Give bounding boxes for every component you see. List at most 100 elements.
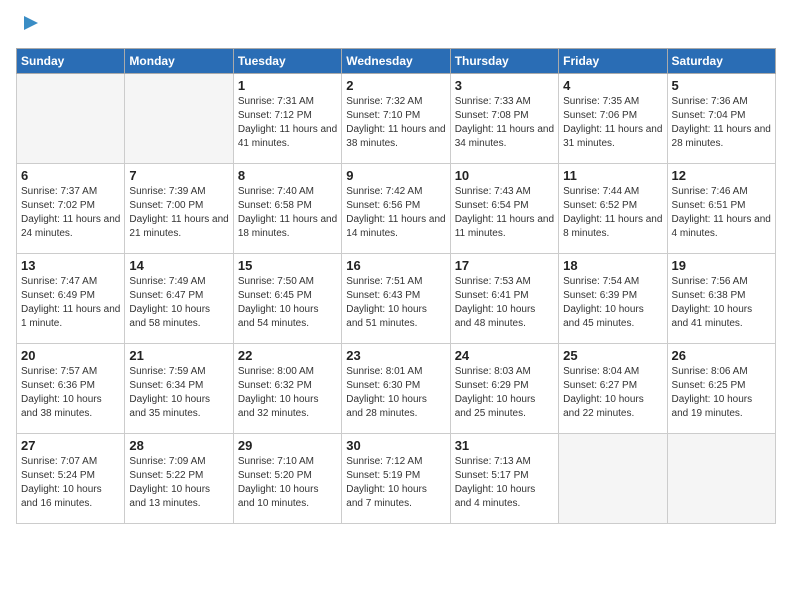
calendar-week-5: 27 Sunrise: 7:07 AM Sunset: 5:24 PM Dayli…: [17, 434, 776, 524]
calendar-cell: 12Sunrise: 7:46 AM Sunset: 6:51 PM Dayli…: [667, 164, 775, 254]
calendar-cell: 30 Sunrise: 7:12 AM Sunset: 5:19 PM Dayli…: [342, 434, 450, 524]
cell-content: Sunrise: 7:32 AM Sunset: 7:10 PM Dayligh…: [346, 95, 445, 151]
cell-content: Sunrise: 8:01 AM Sunset: 6:30 PM Dayligh…: [346, 365, 445, 421]
cell-content: Sunrise: 7:57 AM Sunset: 6:36 PM Dayligh…: [21, 365, 120, 421]
calendar-cell: 17Sunrise: 7:53 AM Sunset: 6:41 PM Dayli…: [450, 254, 558, 344]
day-number: 4: [563, 78, 662, 93]
cell-content: Sunrise: 7:39 AM Sunset: 7:00 PM Dayligh…: [129, 185, 228, 241]
cell-content: Sunrise: 8:03 AM Sunset: 6:29 PM Dayligh…: [455, 365, 554, 421]
cell-content: Sunrise: 7:07 AM Sunset: 5:24 PM Dayligh…: [21, 455, 120, 511]
day-number: 6: [21, 168, 120, 183]
col-header-monday: Monday: [125, 49, 233, 74]
day-number: 8: [238, 168, 337, 183]
day-number: 22: [238, 348, 337, 363]
cell-content: Sunrise: 8:04 AM Sunset: 6:27 PM Dayligh…: [563, 365, 662, 421]
day-number: 3: [455, 78, 554, 93]
calendar-cell: 16 Sunrise: 7:51 AM Sunset: 6:43 PM Dayli…: [342, 254, 450, 344]
calendar-week-3: 13 Sunrise: 7:47 AM Sunset: 6:49 PM Dayli…: [17, 254, 776, 344]
calendar-cell: 3 Sunrise: 7:33 AM Sunset: 7:08 PM Daylig…: [450, 74, 558, 164]
calendar-cell: 1 Sunrise: 7:31 AM Sunset: 7:12 PM Daylig…: [233, 74, 341, 164]
cell-content: Sunrise: 7:40 AM Sunset: 6:58 PM Dayligh…: [238, 185, 337, 241]
calendar-week-2: 6 Sunrise: 7:37 AM Sunset: 7:02 PM Daylig…: [17, 164, 776, 254]
day-number: 7: [129, 168, 228, 183]
cell-content: Sunrise: 7:49 AM Sunset: 6:47 PM Dayligh…: [129, 275, 228, 331]
col-header-friday: Friday: [559, 49, 667, 74]
cell-content: Sunrise: 7:56 AM Sunset: 6:38 PM Dayligh…: [672, 275, 771, 331]
cell-content: Sunrise: 7:12 AM Sunset: 5:19 PM Dayligh…: [346, 455, 445, 511]
calendar-cell: 25 Sunrise: 8:04 AM Sunset: 6:27 PM Dayli…: [559, 344, 667, 434]
cell-content: Sunrise: 7:31 AM Sunset: 7:12 PM Dayligh…: [238, 95, 337, 151]
logo: [16, 16, 42, 40]
cell-content: Sunrise: 7:50 AM Sunset: 6:45 PM Dayligh…: [238, 275, 337, 331]
day-number: 17: [455, 258, 554, 273]
calendar-cell: 31 Sunrise: 7:13 AM Sunset: 5:17 PM Dayli…: [450, 434, 558, 524]
day-number: 10: [455, 168, 554, 183]
day-number: 29: [238, 438, 337, 453]
day-number: 5: [672, 78, 771, 93]
day-number: 30: [346, 438, 445, 453]
calendar-cell: 18 Sunrise: 7:54 AM Sunset: 6:39 PM Dayli…: [559, 254, 667, 344]
calendar-cell: 8 Sunrise: 7:40 AM Sunset: 6:58 PM Daylig…: [233, 164, 341, 254]
col-header-sunday: Sunday: [17, 49, 125, 74]
cell-content: Sunrise: 7:44 AM Sunset: 6:52 PM Dayligh…: [563, 185, 662, 241]
cell-content: Sunrise: 7:47 AM Sunset: 6:49 PM Dayligh…: [21, 275, 120, 331]
col-header-saturday: Saturday: [667, 49, 775, 74]
cell-content: Sunrise: 7:35 AM Sunset: 7:06 PM Dayligh…: [563, 95, 662, 151]
day-number: 23: [346, 348, 445, 363]
page-header: [16, 16, 776, 40]
col-header-thursday: Thursday: [450, 49, 558, 74]
day-number: 12: [672, 168, 771, 183]
day-number: 27: [21, 438, 120, 453]
calendar-cell: 2 Sunrise: 7:32 AM Sunset: 7:10 PM Daylig…: [342, 74, 450, 164]
calendar-week-4: 20Sunrise: 7:57 AM Sunset: 6:36 PM Dayli…: [17, 344, 776, 434]
cell-content: Sunrise: 7:09 AM Sunset: 5:22 PM Dayligh…: [129, 455, 228, 511]
day-number: 25: [563, 348, 662, 363]
cell-content: Sunrise: 7:43 AM Sunset: 6:54 PM Dayligh…: [455, 185, 554, 241]
calendar-cell: 22Sunrise: 8:00 AM Sunset: 6:32 PM Dayli…: [233, 344, 341, 434]
cell-content: Sunrise: 8:06 AM Sunset: 6:25 PM Dayligh…: [672, 365, 771, 421]
calendar-cell: 19 Sunrise: 7:56 AM Sunset: 6:38 PM Dayli…: [667, 254, 775, 344]
day-number: 16: [346, 258, 445, 273]
col-header-tuesday: Tuesday: [233, 49, 341, 74]
calendar-cell: 20Sunrise: 7:57 AM Sunset: 6:36 PM Dayli…: [17, 344, 125, 434]
calendar-cell: 26 Sunrise: 8:06 AM Sunset: 6:25 PM Dayli…: [667, 344, 775, 434]
day-number: 28: [129, 438, 228, 453]
calendar-cell: 24 Sunrise: 8:03 AM Sunset: 6:29 PM Dayli…: [450, 344, 558, 434]
day-number: 14: [129, 258, 228, 273]
day-number: 18: [563, 258, 662, 273]
col-header-wednesday: Wednesday: [342, 49, 450, 74]
calendar-cell: 28 Sunrise: 7:09 AM Sunset: 5:22 PM Dayli…: [125, 434, 233, 524]
day-number: 31: [455, 438, 554, 453]
cell-content: Sunrise: 7:33 AM Sunset: 7:08 PM Dayligh…: [455, 95, 554, 151]
day-number: 19: [672, 258, 771, 273]
day-number: 9: [346, 168, 445, 183]
calendar-cell: 6 Sunrise: 7:37 AM Sunset: 7:02 PM Daylig…: [17, 164, 125, 254]
day-number: 2: [346, 78, 445, 93]
cell-content: Sunrise: 7:59 AM Sunset: 6:34 PM Dayligh…: [129, 365, 228, 421]
calendar-cell: 14 Sunrise: 7:49 AM Sunset: 6:47 PM Dayli…: [125, 254, 233, 344]
calendar-cell: 10 Sunrise: 7:43 AM Sunset: 6:54 PM Dayli…: [450, 164, 558, 254]
cell-content: Sunrise: 7:13 AM Sunset: 5:17 PM Dayligh…: [455, 455, 554, 511]
calendar-cell: [17, 74, 125, 164]
calendar-cell: 9Sunrise: 7:42 AM Sunset: 6:56 PM Daylig…: [342, 164, 450, 254]
calendar-cell: [667, 434, 775, 524]
day-number: 26: [672, 348, 771, 363]
day-number: 21: [129, 348, 228, 363]
calendar-cell: 7 Sunrise: 7:39 AM Sunset: 7:00 PM Daylig…: [125, 164, 233, 254]
cell-content: Sunrise: 7:51 AM Sunset: 6:43 PM Dayligh…: [346, 275, 445, 331]
logo-icon: [20, 12, 42, 34]
calendar-cell: [559, 434, 667, 524]
calendar-cell: 4 Sunrise: 7:35 AM Sunset: 7:06 PM Daylig…: [559, 74, 667, 164]
day-number: 24: [455, 348, 554, 363]
cell-content: Sunrise: 7:54 AM Sunset: 6:39 PM Dayligh…: [563, 275, 662, 331]
calendar-cell: 21 Sunrise: 7:59 AM Sunset: 6:34 PM Dayli…: [125, 344, 233, 434]
calendar-cell: 5Sunrise: 7:36 AM Sunset: 7:04 PM Daylig…: [667, 74, 775, 164]
cell-content: Sunrise: 7:10 AM Sunset: 5:20 PM Dayligh…: [238, 455, 337, 511]
day-number: 15: [238, 258, 337, 273]
cell-content: Sunrise: 7:37 AM Sunset: 7:02 PM Dayligh…: [21, 185, 120, 241]
calendar-table: SundayMondayTuesdayWednesdayThursdayFrid…: [16, 48, 776, 524]
day-number: 13: [21, 258, 120, 273]
day-number: 1: [238, 78, 337, 93]
calendar-cell: 29 Sunrise: 7:10 AM Sunset: 5:20 PM Dayli…: [233, 434, 341, 524]
day-number: 11: [563, 168, 662, 183]
